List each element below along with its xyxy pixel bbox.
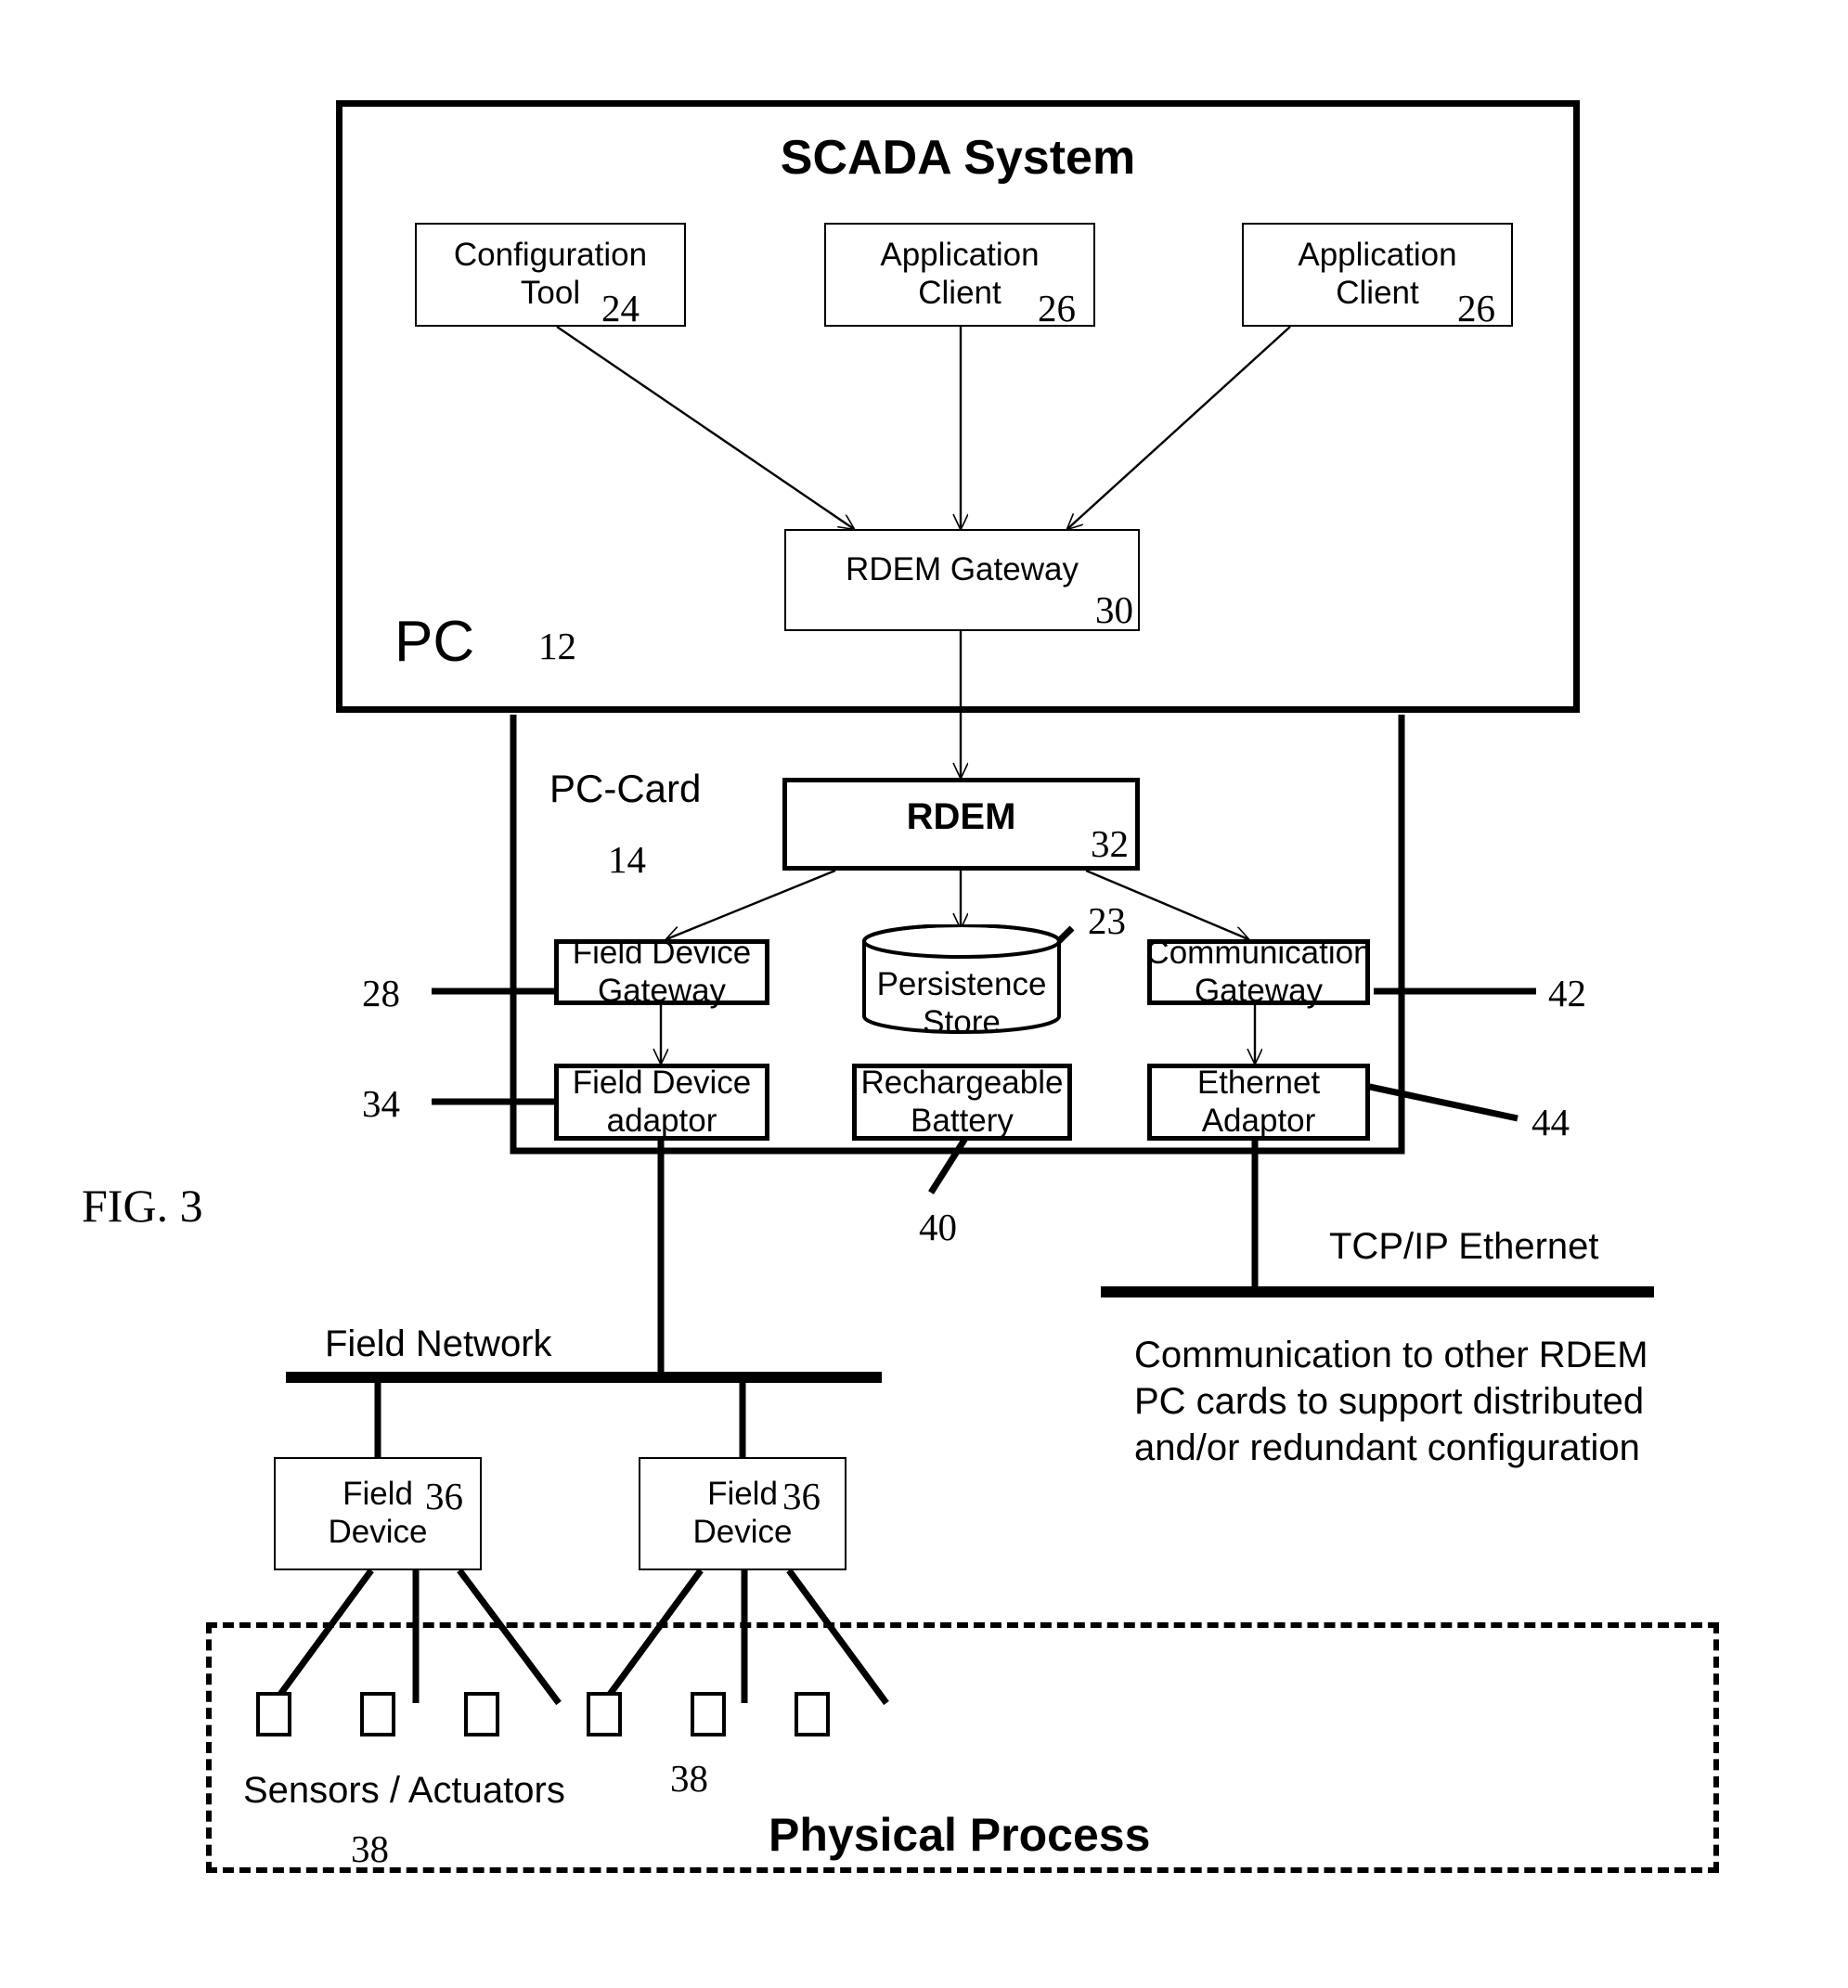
application-client-label-1b: Client bbox=[918, 275, 1002, 311]
ethernet-adaptor-label-2: Adaptor bbox=[1201, 1102, 1316, 1139]
ref-36-a: 36 bbox=[425, 1475, 463, 1517]
physical-process-title: Physical Process bbox=[769, 1809, 1151, 1861]
pc-label: PC bbox=[394, 610, 475, 674]
ref-14: 14 bbox=[608, 838, 646, 881]
ref-44: 44 bbox=[1531, 1101, 1570, 1143]
rdem-gateway-box[interactable]: RDEM Gateway bbox=[784, 529, 1140, 631]
tcpip-note-line-1: Communication to other RDEM bbox=[1134, 1335, 1648, 1375]
field-network-label: Field Network bbox=[325, 1323, 552, 1364]
sensor-actuator-5[interactable] bbox=[691, 1692, 726, 1736]
ref-23: 23 bbox=[1088, 899, 1126, 942]
field-device-adaptor-label-2: adaptor bbox=[606, 1102, 717, 1139]
field-device-gateway-label-2: Gateway bbox=[597, 972, 727, 1009]
field-device-adaptor-box[interactable]: Field Device adaptor bbox=[554, 1064, 769, 1141]
ethernet-adaptor-box[interactable]: Ethernet Adaptor bbox=[1147, 1064, 1370, 1141]
ref-38-left: 38 bbox=[351, 1827, 389, 1870]
ref-30: 30 bbox=[1095, 588, 1133, 631]
ref-34: 34 bbox=[362, 1082, 400, 1125]
figure-label: FIG. 3 bbox=[82, 1180, 203, 1232]
sensor-actuator-2[interactable] bbox=[360, 1692, 395, 1736]
application-client-label-2b: Client bbox=[1336, 275, 1419, 311]
sensor-actuator-4[interactable] bbox=[587, 1692, 622, 1736]
rdem-label: RDEM bbox=[906, 796, 1016, 837]
tcpip-ethernet-label: TCP/IP Ethernet bbox=[1329, 1226, 1599, 1267]
rdem-gateway-label: RDEM Gateway bbox=[846, 551, 1079, 587]
rdem-box[interactable]: RDEM bbox=[782, 778, 1140, 871]
ref-38-right: 38 bbox=[670, 1757, 708, 1800]
tcpip-note-line-3: and/or redundant configuration bbox=[1134, 1427, 1640, 1468]
sensors-actuators-label: Sensors / Actuators bbox=[243, 1770, 565, 1811]
ref-42: 42 bbox=[1548, 972, 1586, 1014]
configuration-tool-box[interactable]: Configuration Tool bbox=[415, 223, 686, 327]
tcpip-note-line-2: PC cards to support distributed bbox=[1134, 1381, 1645, 1422]
configuration-tool-label: Configuration bbox=[453, 237, 648, 274]
persistence-store-label-1: Persistence bbox=[876, 966, 1047, 1002]
ref-36-b: 36 bbox=[782, 1475, 821, 1517]
pc-card-label: PC-Card bbox=[549, 767, 702, 810]
ethernet-adaptor-label-1: Ethernet bbox=[1196, 1064, 1321, 1101]
field-device-label-2b: Device bbox=[692, 1514, 793, 1550]
tcpip-ethernet-bus bbox=[1101, 1286, 1654, 1297]
sensor-actuator-3[interactable] bbox=[464, 1692, 499, 1736]
rechargeable-battery-label-2: Battery bbox=[911, 1102, 1014, 1139]
sensor-actuator-6[interactable] bbox=[795, 1692, 830, 1736]
rechargeable-battery-label-1: Rechargeable bbox=[860, 1064, 1064, 1101]
ref-28: 28 bbox=[362, 972, 400, 1014]
application-client-label-1a: Application bbox=[880, 237, 1040, 274]
communication-gateway-label-2: Gateway bbox=[1194, 972, 1324, 1009]
ref-24: 24 bbox=[601, 287, 640, 329]
sensor-actuator-1[interactable] bbox=[256, 1692, 291, 1736]
application-client-label-2a: Application bbox=[1298, 237, 1457, 274]
field-network-bus bbox=[286, 1372, 882, 1383]
field-device-gateway-box[interactable]: Field Device Gateway bbox=[554, 935, 769, 1009]
rechargeable-battery-box[interactable]: Rechargeable Battery bbox=[852, 1064, 1072, 1141]
communication-gateway-label-1: Communication bbox=[1145, 934, 1372, 971]
field-device-label-1b: Device bbox=[328, 1514, 428, 1550]
field-device-adaptor-label-1: Field Device bbox=[572, 1064, 752, 1101]
ref-40: 40 bbox=[919, 1206, 957, 1248]
persistence-store-label-2: Store bbox=[923, 1004, 1001, 1040]
ref-12: 12 bbox=[538, 625, 576, 667]
configuration-tool-label-2: Tool bbox=[520, 275, 581, 311]
communication-gateway-box[interactable]: Communication Gateway bbox=[1145, 935, 1371, 1009]
field-device-label-1a: Field bbox=[342, 1476, 413, 1513]
patent-figure-3: SCADA System Configuration Tool 24 Appli… bbox=[0, 0, 1848, 1988]
ref-26-b: 26 bbox=[1457, 287, 1495, 329]
ref-26-a: 26 bbox=[1038, 287, 1076, 329]
scada-system-title: SCADA System bbox=[780, 131, 1136, 185]
field-device-label-2a: Field bbox=[707, 1476, 778, 1513]
field-device-gateway-label-1: Field Device bbox=[572, 934, 752, 971]
ref-32: 32 bbox=[1091, 822, 1129, 865]
